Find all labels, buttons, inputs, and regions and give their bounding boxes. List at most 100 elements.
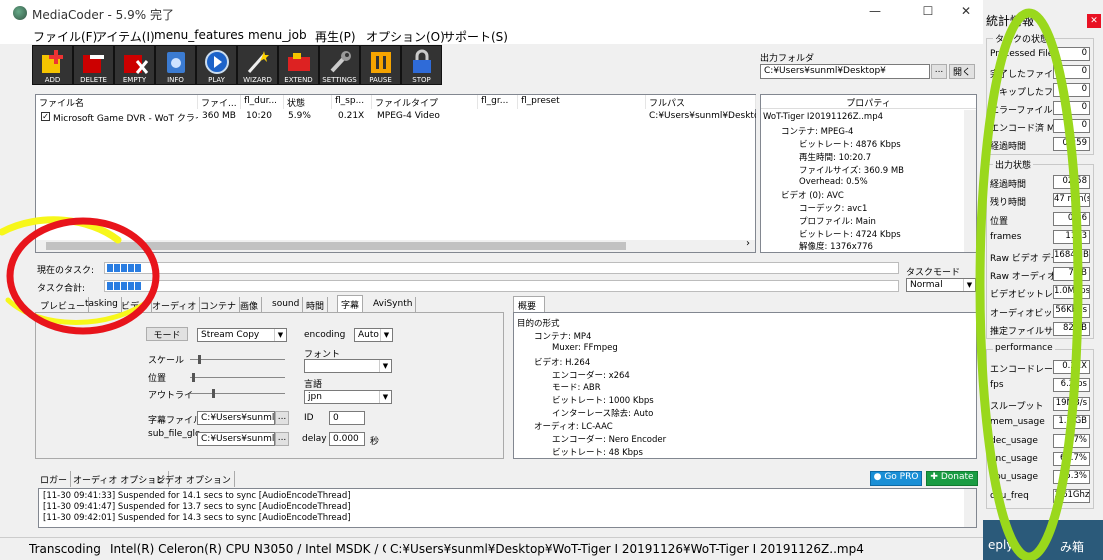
statistics-window: 統計情報 ✕ タスクの状態 出力状態 performance Processed… — [983, 0, 1103, 560]
pause-button[interactable]: PAUSE — [360, 45, 401, 85]
log-scrollbar[interactable] — [964, 489, 976, 527]
tab-tasking[interactable]: tasking — [82, 297, 122, 313]
sub-file-glob-input[interactable]: C:¥Users¥sunml¥D — [197, 432, 275, 446]
menu-options[interactable]: オプション(O) — [366, 28, 445, 45]
stat-value: 68.7% — [1053, 452, 1090, 466]
current-task-progress — [104, 262, 899, 274]
desktop-icon-label[interactable]: eply — [988, 538, 1013, 552]
empty-button[interactable]: EMPTY — [114, 45, 155, 85]
row-checkbox[interactable]: ✓ — [41, 112, 50, 121]
stat-value: 1.2 GB — [1053, 415, 1090, 430]
tab-sound[interactable]: sound — [269, 297, 304, 313]
stop-button[interactable]: STOP — [401, 45, 442, 85]
tab-image[interactable]: 画像 — [237, 297, 263, 313]
scale-slider[interactable] — [190, 355, 285, 364]
open-folder-button[interactable]: 開く — [949, 64, 975, 79]
progress-block — [121, 282, 127, 290]
tab-container[interactable]: コンテナ — [197, 297, 241, 313]
summary-tab[interactable]: 概要 — [513, 296, 545, 312]
menu-support[interactable]: サポート(S) — [443, 28, 508, 45]
stop-lock-icon — [413, 49, 431, 73]
menu-item[interactable]: アイテム(I) — [95, 28, 155, 45]
status-state: Transcoding — [29, 542, 101, 556]
info-icon — [167, 52, 185, 73]
tab-subtitle[interactable]: 字幕 — [337, 295, 364, 313]
summary-audio: オーディオ: LC-AAC — [534, 422, 613, 432]
task-mode-value: Normal — [910, 280, 943, 290]
stat-label: エンコードレート — [990, 365, 1054, 375]
stat-value: 1.0Mbps — [1053, 285, 1090, 300]
stat-label: 位置 — [990, 216, 1009, 227]
go-pro-icon: ● — [873, 472, 882, 482]
tab-video-options[interactable]: ビデオ オプション — [153, 471, 235, 487]
menu-play[interactable]: 再生(P) — [315, 28, 356, 45]
stat-label: enc_usage — [990, 454, 1038, 464]
tab-time[interactable]: 時間 — [303, 297, 329, 313]
add-button[interactable]: ADD — [32, 45, 73, 85]
donate-button[interactable]: ✚ Donate — [926, 471, 978, 486]
col-preset[interactable]: fl_preset — [518, 95, 646, 109]
statistics-close-button[interactable]: ✕ — [1087, 14, 1101, 28]
stat-value: 0 — [1053, 47, 1090, 61]
id-input[interactable]: 0 — [329, 411, 365, 425]
col-duration[interactable]: fl_dur... — [241, 95, 284, 109]
position-label: 位置 — [148, 374, 167, 384]
progress-block — [107, 282, 113, 290]
font-select[interactable]: ▼ — [304, 359, 392, 373]
scrollbar-thumb[interactable] — [46, 242, 626, 250]
menu-job[interactable]: menu_job — [248, 28, 307, 42]
col-speed[interactable]: fl_sp... — [332, 95, 372, 109]
tab-logger[interactable]: ロガー — [37, 471, 72, 487]
subtitle-file-browse[interactable]: ... — [275, 411, 289, 425]
output-folder-input[interactable]: C:¥Users¥sunml¥Desktop¥ — [760, 64, 930, 79]
mode-select[interactable]: Stream Copy ▼ — [197, 328, 287, 342]
outline-slider-thumb[interactable] — [212, 389, 215, 398]
col-fullpath[interactable]: フルパス — [646, 95, 756, 109]
close-button[interactable]: ✕ — [946, 4, 986, 18]
summary-video-bitrate: ビットレート: 1000 Kbps — [552, 396, 654, 406]
col-filename[interactable]: ファイル名 — [36, 95, 198, 109]
horizontal-scrollbar[interactable]: › — [36, 238, 755, 252]
scale-slider-thumb[interactable] — [198, 355, 201, 364]
properties-panel: プロパティ WoT-Tiger I20191126Z..mp4 コンテナ: MP… — [760, 94, 977, 253]
col-filesize[interactable]: ファイ... — [198, 95, 241, 109]
encoding-select[interactable]: Auto ▼ — [354, 328, 393, 342]
extend-button[interactable]: EXTEND — [278, 45, 319, 85]
tab-avisynth[interactable]: AviSynth — [370, 297, 417, 313]
info-button[interactable]: INFO — [155, 45, 196, 85]
sub-file-glob-browse[interactable]: ... — [275, 432, 289, 446]
subtitle-file-input[interactable]: C:¥Users¥sunml¥D — [197, 411, 275, 425]
stat-value: 1.61Ghz — [1053, 488, 1090, 503]
output-folder-label: 出力フォルダ — [760, 54, 815, 64]
browse-button[interactable]: ... — [931, 64, 947, 79]
col-status[interactable]: 状態 — [284, 95, 332, 109]
outline-slider[interactable] — [190, 389, 285, 398]
summary-audio-bitrate: ビットレート: 48 Kbps — [552, 448, 643, 458]
wizard-button[interactable]: WIZARD — [237, 45, 278, 85]
col-filetype[interactable]: ファイルタイプ — [372, 95, 478, 109]
properties-scrollbar[interactable] — [964, 110, 976, 252]
task-mode-select[interactable]: Normal ▼ — [906, 278, 976, 292]
menu-file[interactable]: ファイル(F) — [33, 28, 97, 45]
scroll-right-arrow[interactable]: › — [746, 238, 750, 249]
maximize-button[interactable]: ☐ — [908, 4, 948, 18]
info-label: INFO — [167, 76, 184, 84]
tab-audio[interactable]: オーディオ — [149, 297, 201, 313]
tab-video[interactable]: ビデオ — [118, 297, 153, 313]
summary-deinterlace: インターレース除去: Auto — [552, 409, 654, 419]
recycle-bin-label[interactable]: み箱 — [1060, 538, 1084, 555]
col-group[interactable]: fl_gr... — [478, 95, 518, 109]
minimize-button[interactable]: — — [855, 4, 895, 18]
mode-button[interactable]: モード — [146, 327, 188, 341]
settings-button[interactable]: SETTINGS — [319, 45, 360, 85]
go-pro-button[interactable]: ● Go PRO — [870, 471, 922, 486]
language-select[interactable]: jpn ▼ — [304, 390, 392, 404]
position-slider-thumb[interactable] — [192, 373, 195, 382]
delete-button[interactable]: DELETE — [73, 45, 114, 85]
position-slider[interactable] — [190, 373, 285, 382]
prop-container: コンテナ: MPEG-4 — [781, 127, 854, 137]
play-button[interactable]: PLAY — [196, 45, 237, 85]
delay-input[interactable]: 0.000 — [329, 432, 365, 446]
menu-features[interactable]: menu_features — [154, 28, 244, 42]
summary-mode: モード: ABR — [552, 383, 601, 393]
